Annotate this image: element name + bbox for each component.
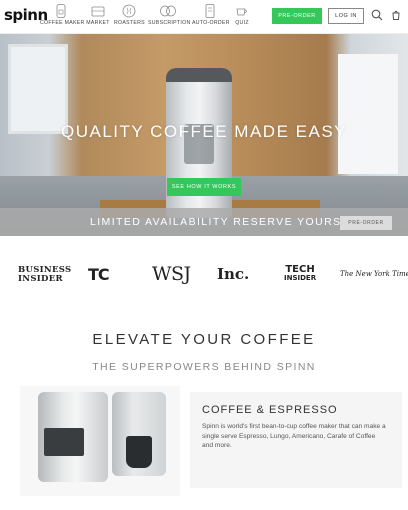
coffee-maker-icon (56, 4, 66, 18)
nav-label: COFFEE MAKER (40, 20, 85, 26)
espresso-machine-image (38, 392, 108, 482)
feature-description: Spinn is world's first bean-to-cup coffe… (202, 423, 386, 450)
roasters-icon (122, 4, 136, 18)
logo-line: INSIDER (284, 274, 317, 282)
hero-background-window (338, 54, 398, 174)
nav-label: AUTO-ORDER (192, 20, 230, 26)
techcrunch-logo: TC (88, 265, 110, 284)
nav-item-quiz[interactable]: QUIZ (232, 4, 252, 26)
carafe-image (126, 436, 152, 468)
site-header: spinn COFFEE MAKER MARKET ROASTERS SUBSC… (0, 0, 408, 34)
cart-icon[interactable] (390, 9, 402, 21)
section-heading: ELEVATE YOUR COFFEE (92, 331, 316, 348)
nav-label: MARKET (86, 20, 110, 26)
logo-line: TECH (285, 264, 315, 275)
nav-item-roasters[interactable]: ROASTERS (114, 4, 145, 26)
nav-item-subscription[interactable]: SUBSCRIPTION (148, 4, 191, 26)
nav-item-coffee-maker[interactable]: COFFEE MAKER (40, 4, 85, 26)
search-icon[interactable] (371, 9, 383, 21)
hero-background-window (8, 44, 68, 134)
logo-line: INSIDER (18, 274, 63, 284)
section-subheading: THE SUPERPOWERS BEHIND SPINN (92, 361, 316, 373)
preorder-button[interactable]: PRE-ORDER (272, 8, 322, 24)
nav-item-market[interactable]: MARKET (86, 4, 110, 26)
machine-top (166, 68, 232, 82)
inc-logo: Inc. (217, 265, 250, 283)
hero-banner: QUALITY COFFEE MADE EASY SEE HOW IT WORK… (0, 34, 408, 236)
hero-title: QUALITY COFFEE MADE EASY (60, 122, 348, 141)
nav-item-auto-order[interactable]: AUTO-ORDER (192, 4, 230, 26)
new-york-times-logo: The New York Times (340, 270, 408, 278)
reserve-band-text: LIMITED AVAILABILITY RESERVE YOURS (90, 216, 342, 228)
quiz-icon (236, 8, 247, 16)
nav-label: QUIZ (235, 20, 249, 26)
nav-label: ROASTERS (114, 20, 145, 26)
tech-insider-logo: TECH INSIDER (284, 265, 316, 283)
login-button[interactable]: LOG IN (328, 8, 364, 24)
espresso-cup-area (44, 428, 84, 456)
product-image (20, 386, 180, 496)
press-logos: BUSINESS INSIDER TC WSJ Inc. TECH INSIDE… (0, 262, 408, 292)
reserve-band: LIMITED AVAILABILITY RESERVE YOURS PRE-O… (0, 208, 408, 236)
market-icon (91, 6, 105, 17)
band-preorder-button[interactable]: PRE-ORDER (340, 216, 392, 230)
carafe-machine-image (112, 392, 166, 476)
auto-order-icon (205, 4, 215, 18)
nav-label: SUBSCRIPTION (148, 20, 191, 26)
see-how-it-works-button[interactable]: SEE HOW IT WORKS (167, 178, 241, 196)
business-insider-logo: BUSINESS INSIDER (18, 266, 71, 284)
subscription-icon (160, 5, 176, 17)
feature-title: COFFEE & ESPRESSO (202, 404, 338, 416)
wsj-logo: WSJ (152, 263, 191, 285)
feature-card: COFFEE & ESPRESSO Spinn is world's first… (190, 392, 402, 488)
